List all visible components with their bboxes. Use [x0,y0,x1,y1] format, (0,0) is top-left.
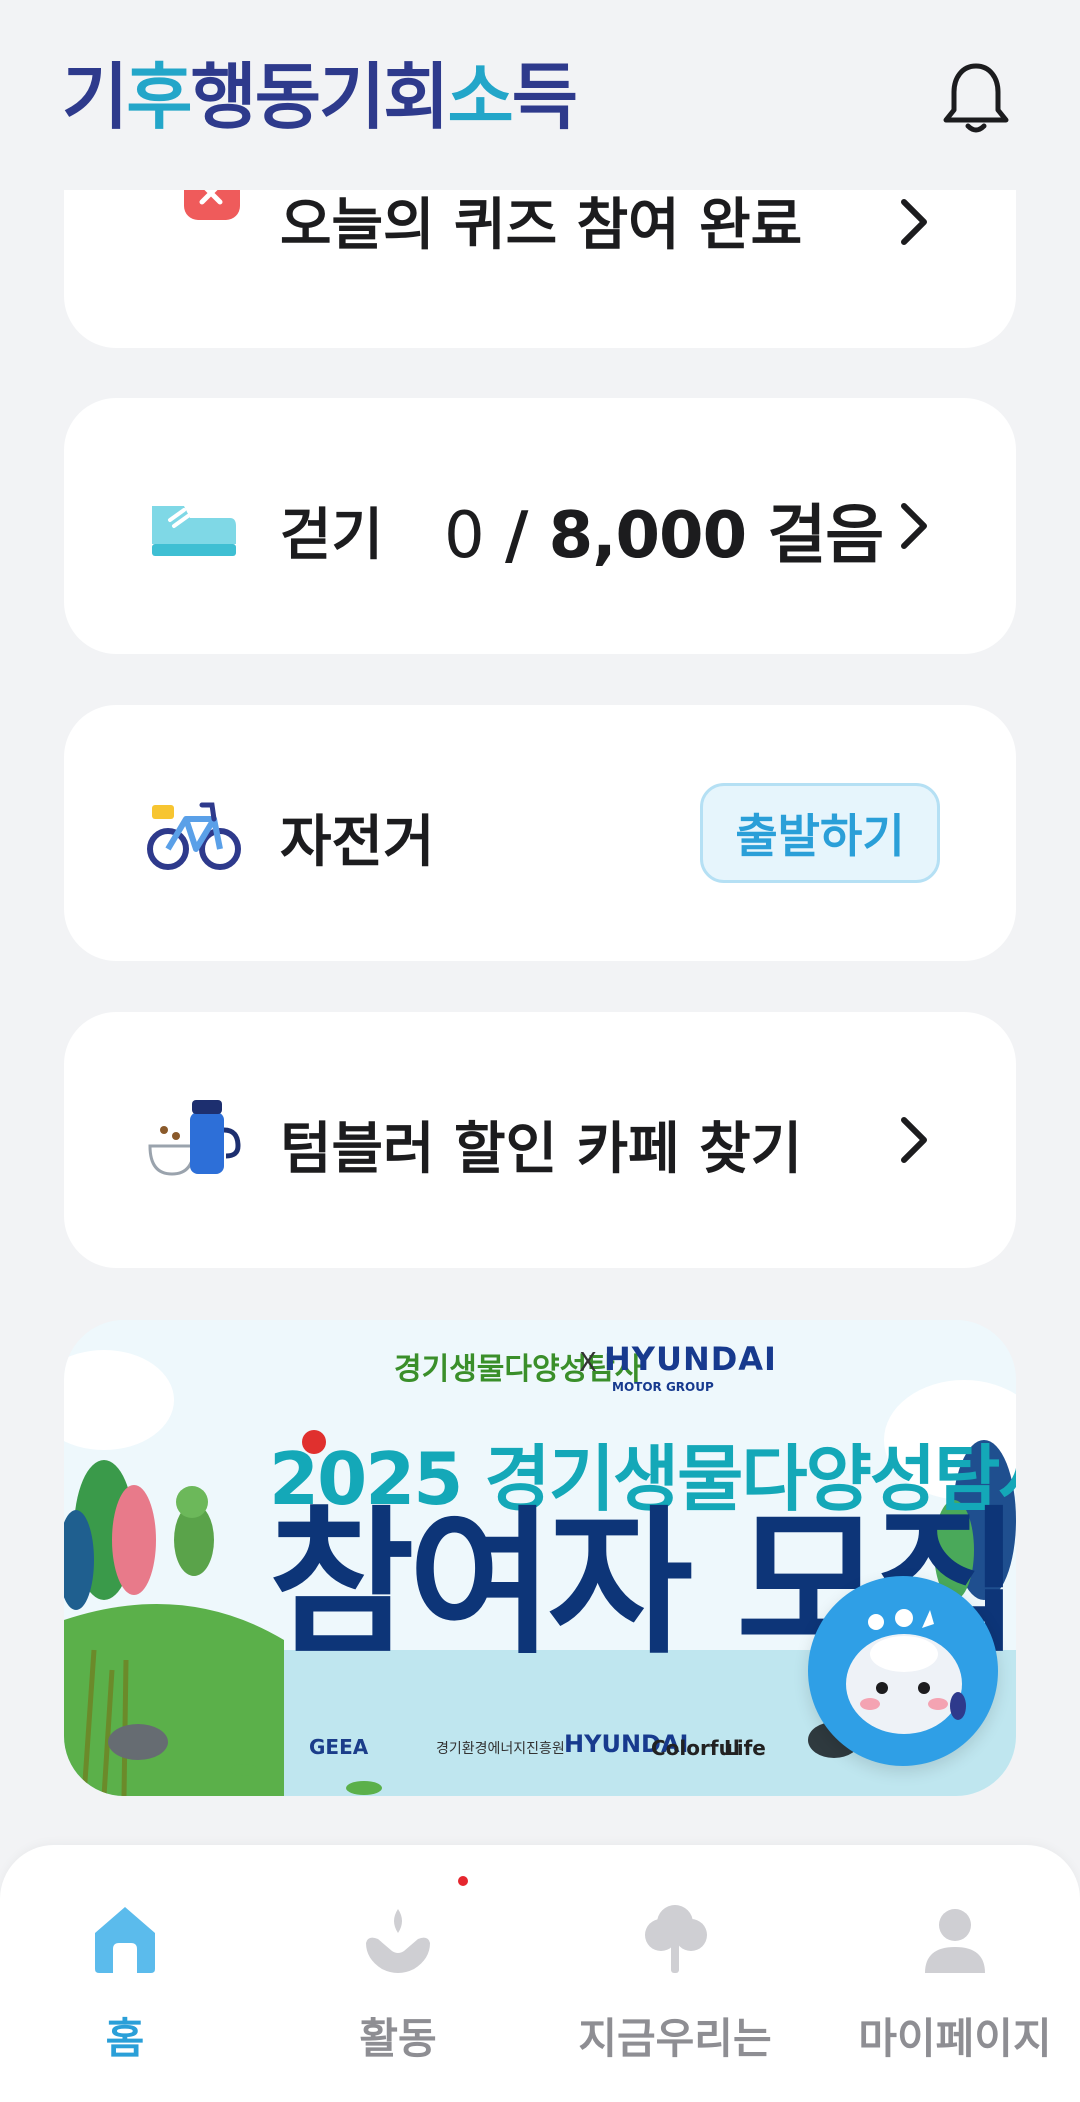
banner-hyundai: HYUNDAI [604,1340,777,1378]
tree-icon [645,1905,707,1973]
person-icon [925,1909,985,1973]
quiz-label: 오늘의 퀴즈 참여 완료 [280,193,803,258]
chevron-right-icon [901,199,927,245]
tumbler-label: 텀블러 할인 카페 찾기 [280,1117,803,1182]
nav-label-home: 홈 [105,2014,145,2063]
step-goal: / 8,000 걸음 [505,499,884,573]
nav-label-activity: 활동 [359,2014,437,2063]
shoe-icon [152,506,236,556]
nav-label-mypage: 마이페이지 [858,2014,1052,2063]
app-header: 기 후 행동기회 소 득 [0,0,1080,190]
banner-footer-geea-sub: 경기환경에너지진흥원 [436,1741,565,1757]
mascot-icon [846,1609,966,1734]
logo-part: 득 [511,54,578,139]
chevron-right-icon [901,503,927,549]
nav-item-mypage[interactable]: 마이페이지 [835,1885,1075,2075]
logo-part: 행동기회 [190,54,450,139]
bottom-nav: 홈 활동 지금우리는 마이페이지 [0,1845,1080,2102]
nav-item-activity[interactable]: 활동 [278,1885,518,2075]
logo-part: 기 [62,54,128,139]
bike-card: 자전거 출발하기 [64,705,1016,961]
walk-label: 걷기 [280,503,384,568]
logo-part: 소 [447,54,513,139]
hand-leaf-icon [366,1909,430,1973]
chevron-right-icon [901,1117,927,1163]
bicycle-icon [147,802,241,870]
nav-item-now[interactable]: 지금우리는 [555,1885,795,2075]
banner-x: X [579,1348,597,1378]
walk-card[interactable]: 걷기 0 / 8,000 걸음 [64,398,1016,654]
banner-footer-geea: GEEA [309,1735,369,1759]
start-button[interactable]: 출발하기 [700,783,940,883]
banner-hyundai-sub: MOTOR GROUP [612,1380,714,1394]
step-count: 0 / 8,000 걸음 [444,484,884,576]
tumbler-card[interactable]: 텀블러 할인 카페 찾기 [64,1012,1016,1268]
mascot-fab[interactable] [808,1576,998,1766]
bike-label: 자전거 [280,810,435,875]
app-logo: 기 후 행동기회 소 득 [62,40,578,140]
home-icon [95,1907,155,1973]
nav-item-home[interactable]: 홈 [5,1885,245,2075]
bell-icon[interactable] [940,58,1012,138]
tumbler-cafe-icon [148,1100,241,1176]
nav-label-now: 지금우리는 [578,2014,772,2063]
banner-footer-life: Life [724,1736,766,1760]
notification-dot [458,1876,468,1886]
step-current: 0 [444,499,485,573]
logo-part: 후 [126,54,192,139]
